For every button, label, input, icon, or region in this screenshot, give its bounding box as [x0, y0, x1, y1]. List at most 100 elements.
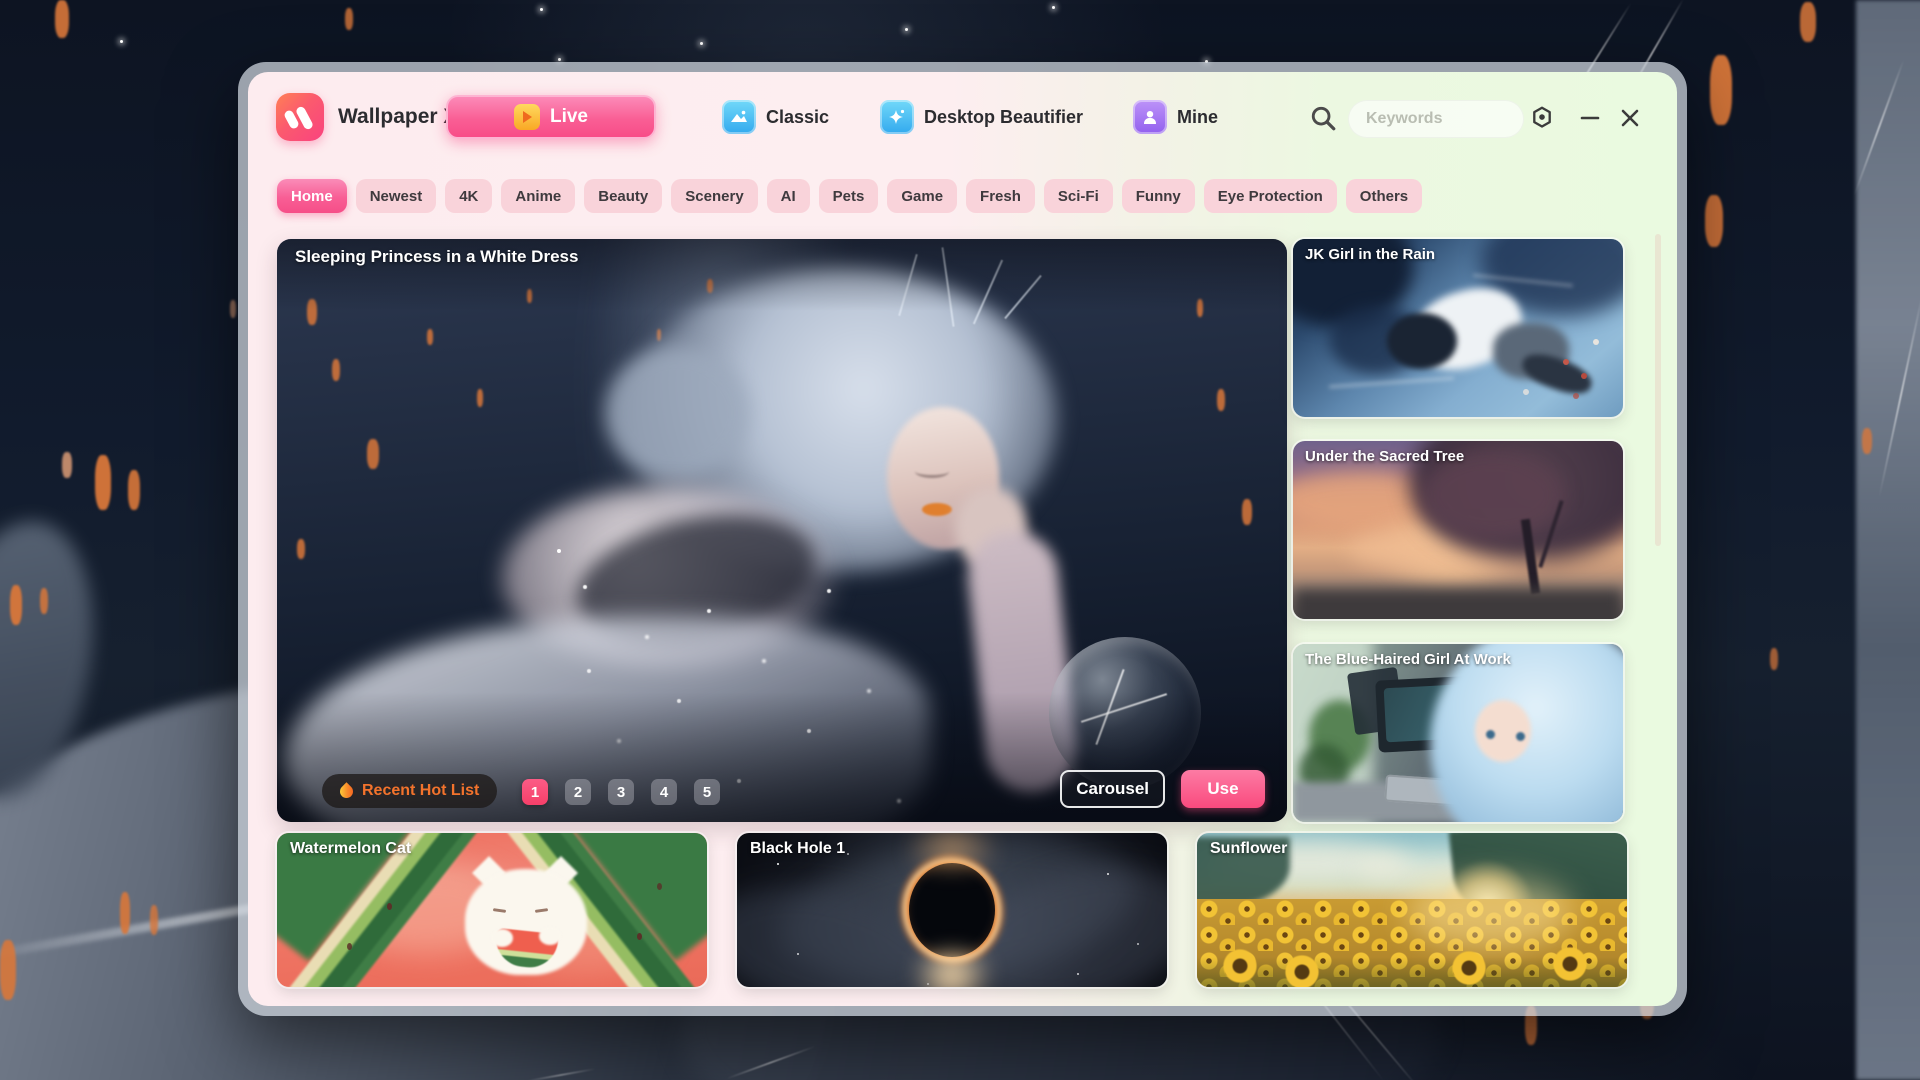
card-art: [1452, 951, 1486, 985]
featured-title: Sleeping Princess in a White Dress: [295, 247, 578, 267]
page-button-3[interactable]: 3: [608, 779, 634, 805]
sparkle: [905, 28, 908, 31]
card-art: [1223, 949, 1257, 983]
carousel-pagination: 1 2 3 4 5: [522, 779, 720, 805]
recent-hot-list-label: Recent Hot List: [362, 782, 479, 800]
category-chip-pets[interactable]: Pets: [819, 179, 879, 213]
tab-mine[interactable]: Mine: [1133, 99, 1218, 135]
category-chip-funny[interactable]: Funny: [1122, 179, 1195, 213]
paint-daub: [477, 389, 483, 407]
thumb-art: [1563, 359, 1569, 365]
card-art: [1407, 877, 1572, 949]
princess-hair: [605, 347, 750, 479]
sparkle: [540, 8, 543, 11]
wallpaper-card-jk-girl[interactable]: JK Girl in the Rain: [1293, 239, 1623, 417]
paint-daub: [1800, 2, 1816, 42]
tab-mine-label: Mine: [1177, 107, 1218, 128]
paint-daub: [120, 892, 130, 934]
category-chip-eye-protection[interactable]: Eye Protection: [1204, 179, 1337, 213]
paint-daub: [427, 329, 433, 345]
paint-daub: [1242, 499, 1252, 525]
minimize-button[interactable]: [1574, 102, 1606, 134]
paint-daub: [345, 8, 353, 30]
play-badge-icon: [514, 104, 540, 130]
light-streak: [726, 1045, 816, 1079]
recent-hot-list-button[interactable]: Recent Hot List: [322, 774, 497, 808]
card-art: [1285, 955, 1319, 987]
featured-wallpaper-card[interactable]: Sleeping Princess in a White Dress Recen…: [277, 239, 1287, 822]
sparkle: [120, 40, 123, 43]
picture-sparkle-icon: [880, 100, 914, 134]
page-button-2[interactable]: 2: [565, 779, 591, 805]
category-chip-anime[interactable]: Anime: [501, 179, 575, 213]
princess-eye: [915, 465, 949, 478]
category-chip-game[interactable]: Game: [887, 179, 957, 213]
tab-desktop-beautifier[interactable]: Desktop Beautifier: [880, 99, 1083, 135]
close-button[interactable]: [1614, 102, 1646, 134]
paint-daub: [40, 588, 48, 614]
category-chip-4k[interactable]: 4K: [445, 179, 492, 213]
gear-icon: [1528, 104, 1556, 132]
paint-daub: [332, 359, 340, 381]
recommended-list: JK Girl in the Rain Under the Sacred Tre…: [1293, 239, 1623, 822]
wallpaper-title: The Blue-Haired Girl At Work: [1305, 651, 1511, 668]
category-chip-newest[interactable]: Newest: [356, 179, 437, 213]
sidebar-scrollbar[interactable]: [1655, 234, 1661, 546]
tab-live[interactable]: Live: [446, 95, 656, 139]
wallpaper-title: Sunflower: [1210, 840, 1287, 858]
thumb-art: [1486, 730, 1495, 739]
tab-classic[interactable]: Classic: [722, 99, 829, 135]
wallpaper-card-sunflower[interactable]: Sunflower: [1197, 833, 1627, 987]
paint-daub: [95, 455, 111, 510]
flame-icon: [337, 782, 355, 800]
paint-daub: [128, 470, 140, 510]
thumb-art: [1293, 589, 1623, 619]
wallpaper-title: Watermelon Cat: [290, 840, 411, 858]
use-button[interactable]: Use: [1181, 770, 1265, 808]
wallpaper-card-blue-haired-girl[interactable]: The Blue-Haired Girl At Work: [1293, 644, 1623, 822]
card-art: [387, 903, 392, 910]
picture-icon: [722, 100, 756, 134]
paint-daub: [1705, 195, 1723, 247]
wallpaper-title: Under the Sacred Tree: [1305, 448, 1464, 465]
tab-live-label: Live: [550, 106, 588, 128]
app-logo-icon: [276, 93, 324, 141]
paint-daub: [1862, 428, 1872, 454]
paint-daub: [10, 585, 22, 625]
app-title: Wallpaper X: [338, 105, 457, 129]
princess-lips: [922, 503, 952, 516]
page-button-4[interactable]: 4: [651, 779, 677, 805]
settings-button[interactable]: [1526, 102, 1558, 134]
wallpaper-card-sacred-tree[interactable]: Under the Sacred Tree: [1293, 441, 1623, 619]
thumb-art: [1387, 313, 1457, 369]
wallpaper-title: Black Hole 1: [750, 840, 845, 858]
light-streak: [526, 1068, 595, 1080]
sparkle: [700, 42, 703, 45]
window-content: Wallpaper X Live Classic Desktop Beautif…: [248, 72, 1677, 1006]
category-chip-others[interactable]: Others: [1346, 179, 1422, 213]
category-chip-fresh[interactable]: Fresh: [966, 179, 1035, 213]
carousel-button[interactable]: Carousel: [1060, 770, 1165, 808]
category-bar: Home Newest 4K Anime Beauty Scenery AI P…: [277, 179, 1422, 213]
light-streak: [1878, 292, 1920, 498]
page-button-5[interactable]: 5: [694, 779, 720, 805]
category-chip-ai[interactable]: AI: [767, 179, 810, 213]
wallpaper-grid-row: Watermelon Cat Black Hole 1: [277, 833, 1627, 987]
category-chip-scenery[interactable]: Scenery: [671, 179, 757, 213]
paint-daub: [62, 452, 72, 478]
minus-icon: [1578, 106, 1602, 130]
category-chip-home[interactable]: Home: [277, 179, 347, 213]
wallpaper-card-watermelon-cat[interactable]: Watermelon Cat: [277, 833, 707, 987]
card-art: [777, 863, 779, 865]
wallpaper-card-black-hole[interactable]: Black Hole 1: [737, 833, 1167, 987]
search-box: [1348, 100, 1524, 138]
paint-daub: [55, 0, 69, 38]
category-chip-beauty[interactable]: Beauty: [584, 179, 662, 213]
paint-daub: [1710, 55, 1732, 125]
card-art: [1553, 947, 1587, 981]
person-icon: [1133, 100, 1167, 134]
page-button-1[interactable]: 1: [522, 779, 548, 805]
card-art: [539, 927, 561, 945]
category-chip-scifi[interactable]: Sci-Fi: [1044, 179, 1113, 213]
search-input[interactable]: [1364, 104, 1508, 134]
